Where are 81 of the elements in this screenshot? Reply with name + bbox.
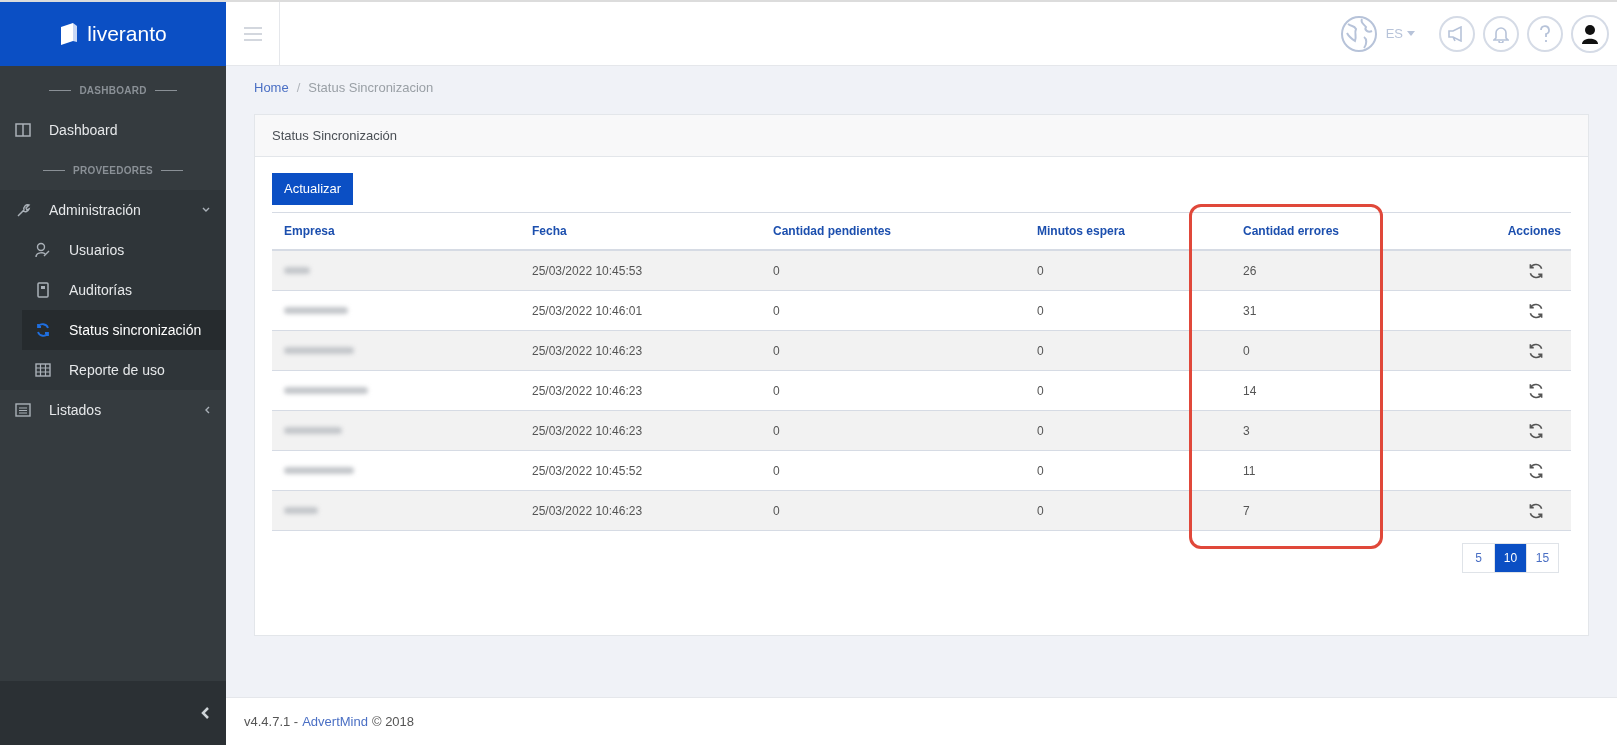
book-icon [35,282,51,298]
table-cell-text: 0 [772,502,781,520]
chevron-left-icon [204,406,210,414]
company-link[interactable]: AdvertMind [302,711,368,732]
version-text: v4.4.7.1 - [244,712,299,731]
collapse-icon[interactable] [200,706,210,720]
table-cell-text: 0 [1036,342,1045,360]
table-cell-text: 0 [772,342,781,360]
chevron-down-icon [202,207,210,213]
page-button[interactable]: 10 [1494,543,1527,573]
column-header[interactable]: Fecha [520,222,761,240]
blurred-text [284,267,310,274]
column-header[interactable]: Empresa [272,222,520,240]
column-header[interactable]: Cantidad pendientes [761,222,1025,240]
breadcrumb-link[interactable]: Home [254,78,289,98]
blurred-text [284,507,318,514]
table-cell-text: 31 [1242,302,1258,320]
table-cell-text: 25/03/2022 10:46:01 [531,302,644,320]
sidebar-item[interactable]: Auditorías [22,270,226,310]
blurred-text [284,467,354,474]
table-cell-text: 25/03/2022 10:46:23 [531,342,644,360]
table-icon [35,362,51,378]
table-cell-text: 0 [772,462,781,480]
table-cell-text: 25/03/2022 10:46:23 [531,422,644,440]
table-cell-text: 25/03/2022 10:45:52 [531,462,644,480]
table-cell-text: 0 [1036,262,1045,280]
table-cell-text: 0 [1036,462,1045,480]
sync-icon[interactable] [1527,461,1545,480]
sync-icon[interactable] [1527,381,1545,400]
sync-icon[interactable] [1527,341,1545,360]
sync-icon[interactable] [1527,301,1545,320]
table-cell-text: 0 [772,302,781,320]
sidebar-item[interactable]: Status sincronización [22,310,226,350]
columns-icon [15,122,31,138]
table-cell-text: 0 [1036,302,1045,320]
table-cell-text: 0 [1036,382,1045,400]
user-avatar-icon[interactable] [1571,14,1609,53]
update-button[interactable]: Actualizar [272,173,354,205]
table-cell-text: 0 [772,382,781,400]
sync-icon[interactable] [1527,421,1545,440]
sidebar-item[interactable]: Administración [0,190,226,230]
table-cell-text: 0 [1036,502,1045,520]
card-title: Status Sincronización [272,126,397,145]
table-cell-text: 3 [1242,422,1251,440]
sync-icon [35,322,51,338]
blurred-text [284,427,342,434]
table-cell-text: 0 [772,262,781,280]
table-cell-text: 7 [1242,502,1251,520]
column-header[interactable]: Minutos espera [1025,222,1231,240]
page-button[interactable]: 5 [1462,543,1495,573]
list-icon [15,402,31,418]
table-cell-text: 26 [1242,262,1258,280]
blurred-text [284,307,348,314]
section-label: DASHBOARD [79,83,147,98]
table-cell-text: 25/03/2022 10:46:23 [531,502,644,520]
breadcrumb-current: Status Sincronizacion [308,79,434,98]
sidebar-item[interactable]: Reporte de uso [22,350,226,390]
table-cell-text: 25/03/2022 10:45:53 [531,262,644,280]
table-cell-text: 11 [1242,462,1257,480]
column-header[interactable]: Cantidad errores [1231,222,1431,240]
brand-name: liveranto [87,21,167,48]
user-icon [35,242,51,258]
blurred-text [284,347,354,354]
logo-icon [59,21,80,47]
page-button[interactable]: 15 [1526,543,1559,573]
table-cell-text: 0 [1036,422,1045,440]
copyright-text: © 2018 [371,712,415,731]
table-cell-text: 14 [1242,382,1258,400]
sidebar-item[interactable]: Dashboard [0,110,226,150]
sync-icon[interactable] [1527,261,1545,280]
sidebar-item[interactable]: Usuarios [22,230,226,270]
breadcrumb-separator: / [296,79,301,98]
sync-icon[interactable] [1527,501,1545,520]
table-cell-text: 25/03/2022 10:46:23 [531,382,644,400]
caret-icon [1407,31,1415,36]
sidebar-item[interactable]: Listados [0,390,226,430]
table-cell-text: 0 [772,422,781,440]
column-header[interactable]: Acciones [1431,222,1571,240]
wrench-icon [15,202,31,218]
table-cell-text: 0 [1242,342,1251,360]
section-label: PROVEEDORES [73,163,153,178]
